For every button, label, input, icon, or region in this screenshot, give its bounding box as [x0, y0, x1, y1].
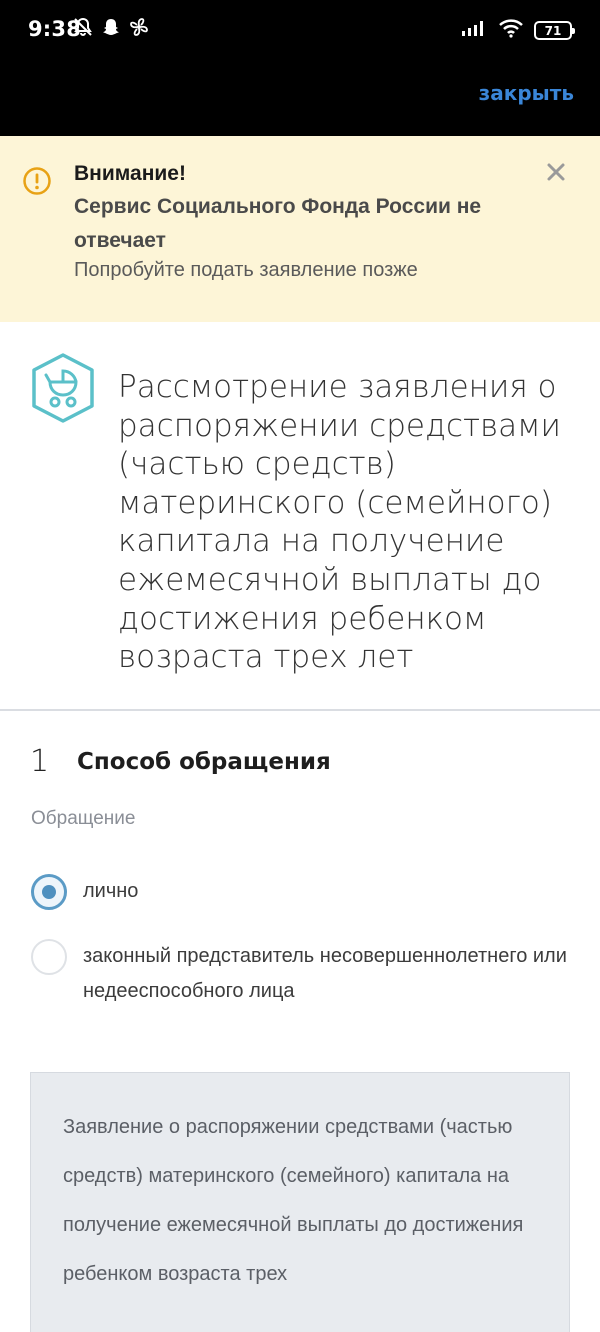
fan-icon — [128, 16, 150, 38]
battery-level: 71 — [544, 23, 562, 38]
radio-label-in-person[interactable]: лично — [83, 874, 573, 909]
alert-text: Попробуйте подать заявление позже — [74, 259, 418, 281]
alert-title: Внимание! — [74, 162, 186, 185]
info-box: Заявление о распоряжении средствами (час… — [30, 1072, 570, 1332]
signal-icon — [460, 19, 488, 42]
radio-legal-representative[interactable] — [31, 939, 67, 975]
step-title: Способ обращения — [77, 749, 331, 775]
radio-in-person[interactable] — [31, 874, 67, 910]
close-link[interactable]: закрыть — [479, 81, 574, 105]
action-bar: закрыть — [0, 62, 600, 136]
info-text: Заявление о распоряжении средствами (час… — [63, 1116, 524, 1285]
status-system-icons: 71 — [460, 18, 575, 43]
alert-close-icon[interactable] — [544, 160, 568, 184]
divider — [0, 709, 600, 711]
baby-stroller-icon — [30, 352, 96, 424]
snapchat-icon — [100, 16, 122, 38]
warning-icon — [22, 166, 52, 201]
wifi-icon — [498, 18, 524, 43]
notifications-off-icon — [72, 16, 94, 38]
radio-label-legal-representative[interactable]: законный представитель несовершеннолетне… — [83, 939, 573, 1009]
page-title: Рассмотрение заявления о распоряжении ср… — [118, 369, 561, 676]
alert-subtitle: Сервис Социального Фонда России не отвеч… — [74, 195, 482, 252]
step-number: 1 — [30, 744, 50, 779]
battery-icon: 71 — [534, 21, 575, 40]
field-label: Обращение — [31, 808, 136, 829]
status-notification-icons — [72, 16, 150, 38]
status-bar: 9:38 71 — [0, 0, 600, 62]
